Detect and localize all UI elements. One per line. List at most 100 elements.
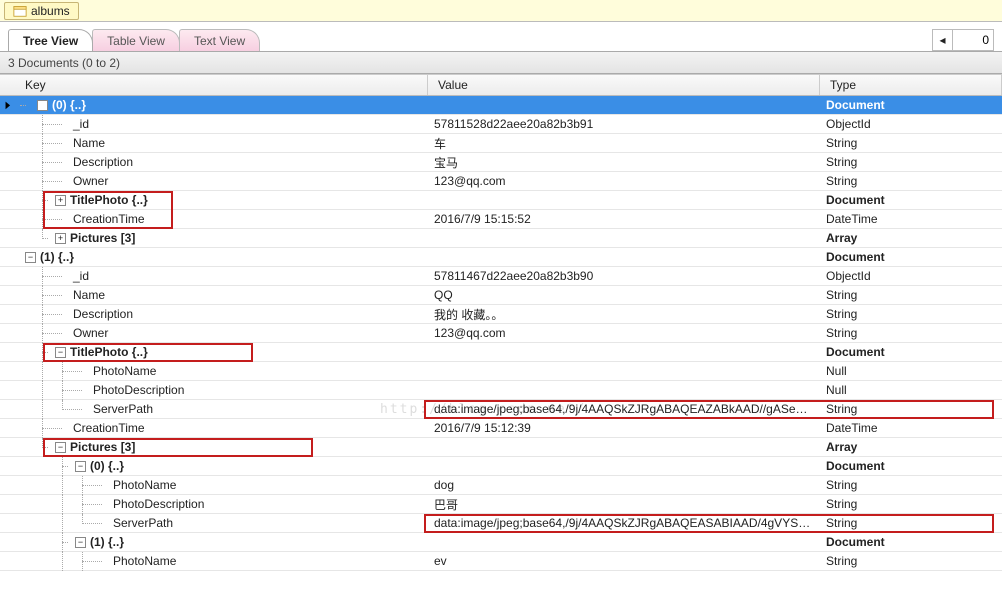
tree-row[interactable]: PhotoNameevString [0,552,1002,571]
tree-row[interactable]: ServerPath data:image/jpeg;base64,/9j/4AA… [0,514,1002,533]
tree-key: _id [69,269,89,283]
tree-key: PhotoName [109,478,176,492]
tree-value: 123@qq.com [428,326,820,340]
tree-key: TitlePhoto {..} [66,193,148,207]
tree-value: 2016/7/9 15:15:52 [428,212,820,226]
row-pointer-icon: ▶ [5,100,10,111]
tree-type: Document [820,535,1002,549]
tree-type: Document [820,459,1002,473]
tree-type: String [820,402,1002,416]
tree-row[interactable]: −Pictures [3]Array [0,438,1002,457]
tree-value: 巴哥 [428,496,820,513]
tree-value: dog [428,478,820,492]
document-count-status: 3 Documents (0 to 2) [0,52,1002,74]
tree-value: 我的 收藏。。 [428,306,820,323]
tree-key: PhotoName [109,554,176,568]
tree-value: 57811467d22aee20a82b3b90 [428,269,820,283]
tree-key: PhotoName [89,364,156,378]
tree-row[interactable]: +TitlePhoto {..} Document [0,191,1002,210]
tree-key: Pictures [3] [66,231,135,245]
tree-header: Key Value Type [0,74,1002,96]
tree-type: String [820,307,1002,321]
tree-row[interactable]: −(1) {..} Document [0,533,1002,552]
tree-type: ObjectId [820,117,1002,131]
tree-type: Document [820,98,1002,112]
tree-row[interactable]: −(0) {..} Document [0,457,1002,476]
tree-type: DateTime [820,421,1002,435]
tree-type: Null [820,364,1002,378]
minus-icon[interactable]: − [55,442,66,453]
tree-type: String [820,516,1002,530]
tree-row[interactable]: +Pictures [3]Array [0,229,1002,248]
tree-key: Description [69,155,133,169]
tree-type: String [820,326,1002,340]
tab-text-view[interactable]: Text View [179,29,260,51]
tree-row-doc0[interactable]: ▶ − (0) {..} Document [0,96,1002,115]
minus-icon[interactable]: − [37,100,48,111]
plus-icon[interactable]: + [55,195,66,206]
tree-row[interactable]: Owner123@qq.comString [0,172,1002,191]
tab-table-view[interactable]: Table View [92,29,180,51]
tree-value: QQ [428,288,820,302]
column-header-key[interactable]: Key [15,75,428,95]
tree-key: Name [69,288,105,302]
tree-row[interactable]: Name 车String [0,134,1002,153]
tree-row-doc1[interactable]: −(1) {..} Document [0,248,1002,267]
tree-type: Document [820,193,1002,207]
tree-value: 宝马 [428,154,820,171]
tree-row[interactable]: CreationTime2016/7/9 15:15:52DateTime [0,210,1002,229]
tree-type: ObjectId [820,269,1002,283]
tree-value: 123@qq.com [428,174,820,188]
tree-row[interactable]: _id 57811467d22aee20a82b3b90ObjectId [0,267,1002,286]
tree-key: Owner [69,326,108,340]
chevron-left-icon: ◂ [939,33,945,47]
minus-icon[interactable]: − [75,537,86,548]
tree-type: Document [820,250,1002,264]
page-index-input[interactable] [953,31,993,49]
tree-key: ServerPath [89,402,153,416]
tree-key: (0) {..} [48,98,86,112]
minus-icon[interactable]: − [55,347,66,358]
tab-tree-view[interactable]: Tree View [8,29,93,51]
tree-key: (0) {..} [86,459,124,473]
tree-type: String [820,136,1002,150]
tree-type: String [820,155,1002,169]
tree-key: ServerPath [109,516,173,530]
tree-row[interactable]: Description我的 收藏。。String [0,305,1002,324]
tree-row[interactable]: PhotoDescription巴哥String [0,495,1002,514]
column-header-type[interactable]: Type [820,75,1002,95]
tree-row[interactable]: Owner 123@qq.comString [0,324,1002,343]
tree-body: http://blog.csdn.net/ ▶ − (0) {..} Docum… [0,96,1002,571]
tree-row[interactable]: NameQQString [0,286,1002,305]
tree-key: Pictures [3] [66,440,135,454]
tree-value: data:image/jpeg;base64,/9j/4AAQSkZJRgABA… [428,516,820,530]
minus-icon[interactable]: − [25,252,36,263]
tree-type: String [820,497,1002,511]
tree-row[interactable]: PhotoDescriptionNull [0,381,1002,400]
tree-row[interactable]: PhotoName Null [0,362,1002,381]
page-prev-button[interactable]: ◂ [933,30,953,50]
tree-row[interactable]: PhotoName dogString [0,476,1002,495]
plus-icon[interactable]: + [55,233,66,244]
tree-key: (1) {..} [86,535,124,549]
tree-row[interactable]: ServerPathdata:image/jpeg;base64,/9j/4AA… [0,400,1002,419]
tree-type: String [820,478,1002,492]
tree-type: DateTime [820,212,1002,226]
tree-key: Name [69,136,105,150]
tree-key: (1) {..} [36,250,74,264]
tree-row[interactable]: CreationTime2016/7/9 15:12:39DateTime [0,419,1002,438]
file-tab-albums[interactable]: albums [4,2,79,20]
tree-row[interactable]: −TitlePhoto {..}Document [0,343,1002,362]
column-header-value[interactable]: Value [428,75,820,95]
tree-key: TitlePhoto {..} [66,345,148,359]
collection-icon [13,4,27,18]
tree-value: 车 [428,135,820,152]
tree-type: String [820,554,1002,568]
tree-key: _id [69,117,89,131]
minus-icon[interactable]: − [75,461,86,472]
tree-type: String [820,174,1002,188]
tree-type: Null [820,383,1002,397]
tree-value: 57811528d22aee20a82b3b91 [428,117,820,131]
tree-row[interactable]: Description 宝马String [0,153,1002,172]
tree-row[interactable]: _id 57811528d22aee20a82b3b91ObjectId [0,115,1002,134]
